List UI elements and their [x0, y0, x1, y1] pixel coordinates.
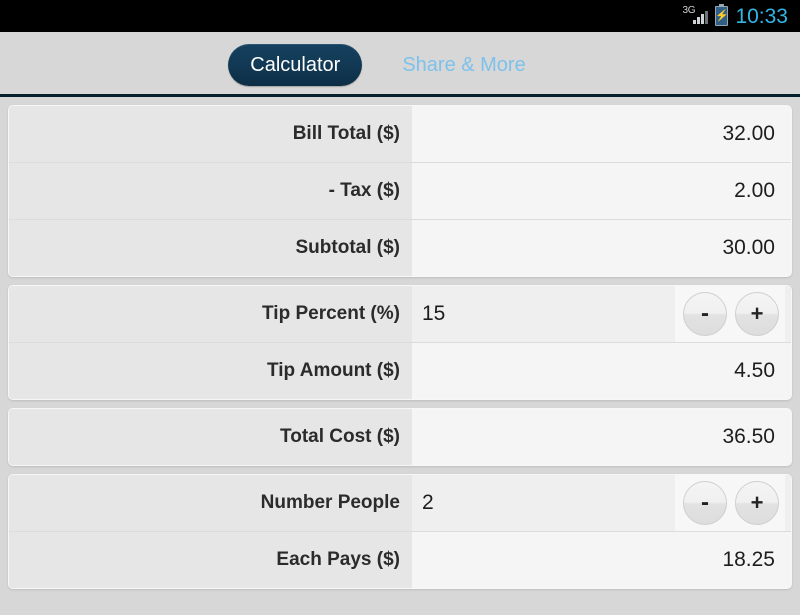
label-each-pays: Each Pays ($): [9, 532, 412, 588]
row-total-cost: Total Cost ($) 36.50: [9, 409, 791, 465]
row-tip-percent: Tip Percent (%) 15 - +: [9, 286, 791, 343]
tip-card: Tip Percent (%) 15 - + Tip Amount ($) 4.…: [8, 285, 792, 400]
input-tip-percent[interactable]: 15: [422, 302, 675, 326]
label-tax: - Tax ($): [9, 163, 412, 219]
row-tax: - Tax ($) 2.00: [9, 163, 791, 220]
label-bill-total: Bill Total ($): [9, 106, 412, 162]
tab-list: Calculator Share & More: [228, 43, 547, 86]
status-bar-right-cluster: 3G ⚡ 10:33: [682, 4, 788, 28]
tab-calculator[interactable]: Calculator: [228, 43, 363, 86]
total-cost-card: Total Cost ($) 36.50: [8, 408, 792, 466]
row-number-people: Number People 2 - +: [9, 475, 791, 532]
label-number-people: Number People: [9, 475, 412, 531]
value-tip-amount: 4.50: [412, 343, 791, 399]
label-subtotal: Subtotal ($): [9, 220, 412, 276]
row-subtotal: Subtotal ($) 30.00: [9, 220, 791, 276]
status-bar: 3G ⚡ 10:33: [0, 0, 800, 32]
label-tip-percent: Tip Percent (%): [9, 286, 412, 342]
row-bill-total: Bill Total ($) 32.00: [9, 106, 791, 163]
number-people-steppers: - +: [675, 475, 785, 531]
tip-percent-steppers: - +: [675, 286, 785, 342]
number-people-increment-button[interactable]: +: [735, 481, 779, 525]
input-number-people[interactable]: 2: [422, 491, 675, 515]
number-people-decrement-button[interactable]: -: [683, 481, 727, 525]
battery-charging-icon: ⚡: [715, 4, 729, 26]
value-bill-total[interactable]: 32.00: [412, 106, 791, 162]
row-each-pays: Each Pays ($) 18.25: [9, 532, 791, 588]
value-tip-percent-container: 15 - +: [412, 286, 791, 342]
value-number-people-container: 2 - +: [412, 475, 791, 531]
value-total-cost: 36.50: [412, 409, 791, 465]
signal-bars-icon: 3G: [682, 5, 709, 26]
bill-card: Bill Total ($) 32.00 - Tax ($) 2.00 Subt…: [8, 105, 792, 277]
value-each-pays: 18.25: [412, 532, 791, 588]
tip-percent-increment-button[interactable]: +: [735, 292, 779, 336]
signal-strength-bars: [693, 11, 709, 24]
calculator-content: Bill Total ($) 32.00 - Tax ($) 2.00 Subt…: [0, 97, 800, 589]
lightning-bolt-glyph: ⚡: [715, 9, 729, 22]
label-total-cost: Total Cost ($): [9, 409, 412, 465]
value-tax[interactable]: 2.00: [412, 163, 791, 219]
label-tip-amount: Tip Amount ($): [9, 343, 412, 399]
value-subtotal: 30.00: [412, 220, 791, 276]
tip-percent-decrement-button[interactable]: -: [683, 292, 727, 336]
tab-share-and-more[interactable]: Share & More: [380, 44, 547, 86]
split-card: Number People 2 - + Each Pays ($) 18.25: [8, 474, 792, 589]
status-bar-clock: 10:33: [735, 4, 788, 28]
app-tab-bar: Calculator Share & More: [0, 32, 800, 97]
row-tip-amount: Tip Amount ($) 4.50: [9, 343, 791, 399]
